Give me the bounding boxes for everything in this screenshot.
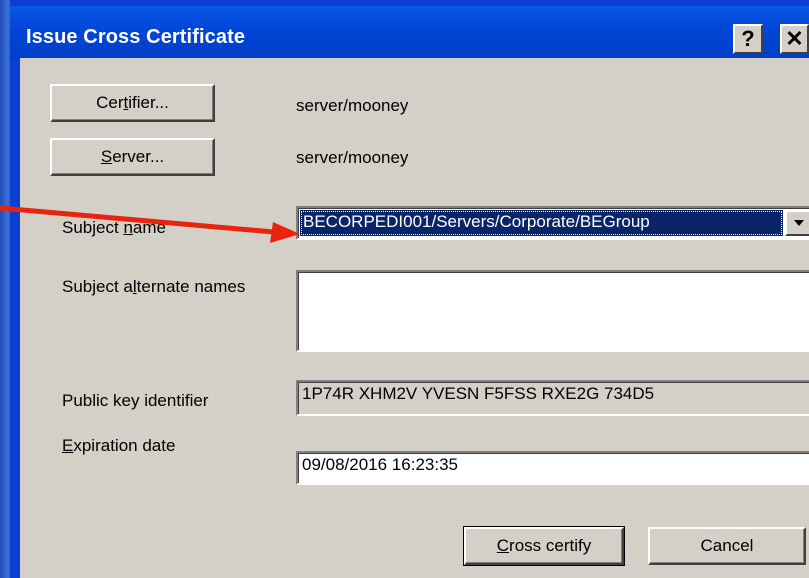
subject-name-selected: BECORPEDI001/Servers/Corporate/BEGroup	[300, 210, 783, 236]
subject-alternate-names-textarea[interactable]	[296, 270, 809, 352]
subject-name-combobox[interactable]: BECORPEDI001/Servers/Corporate/BEGroup	[296, 206, 809, 240]
server-button[interactable]: Server...	[50, 138, 215, 176]
server-button-label: Server...	[100, 147, 165, 166]
expiration-date-input[interactable]: 09/08/2016 16:23:35	[296, 451, 809, 485]
subject-alternate-names-label: Subject alternate names	[62, 277, 246, 296]
certifier-button[interactable]: Certifier...	[50, 84, 215, 122]
title-bar[interactable]: Issue Cross Certificate ? ✕	[10, 6, 809, 58]
expiration-date-label: Expiration date	[62, 436, 176, 455]
public-key-identifier-field: 1P74R XHM2V YVESN F5FSS RXE2G 734D5	[296, 380, 809, 416]
window-title: Issue Cross Certificate	[26, 26, 246, 48]
dropdown-button[interactable]	[785, 210, 809, 236]
subject-name-label: Subject name	[62, 218, 166, 237]
public-key-identifier-label: Public key identifier	[62, 391, 209, 410]
server-value: server/mooney	[296, 148, 409, 167]
cross-certify-button-label: Cross certify	[496, 536, 592, 555]
dialog-body: Certifier... server/mooney Server... ser…	[20, 58, 809, 578]
certifier-value: server/mooney	[296, 96, 409, 115]
dialog-window: Issue Cross Certificate ? ✕ Certifier...…	[10, 0, 809, 578]
cross-certify-button[interactable]: Cross certify	[463, 526, 625, 566]
certifier-button-label: Certifier...	[96, 93, 169, 112]
cancel-button[interactable]: Cancel	[648, 527, 806, 565]
close-icon: ✕	[785, 26, 804, 51]
help-button[interactable]: ?	[733, 24, 763, 54]
help-icon: ?	[741, 26, 755, 51]
close-button[interactable]: ✕	[780, 24, 809, 54]
chevron-down-icon	[794, 220, 804, 226]
